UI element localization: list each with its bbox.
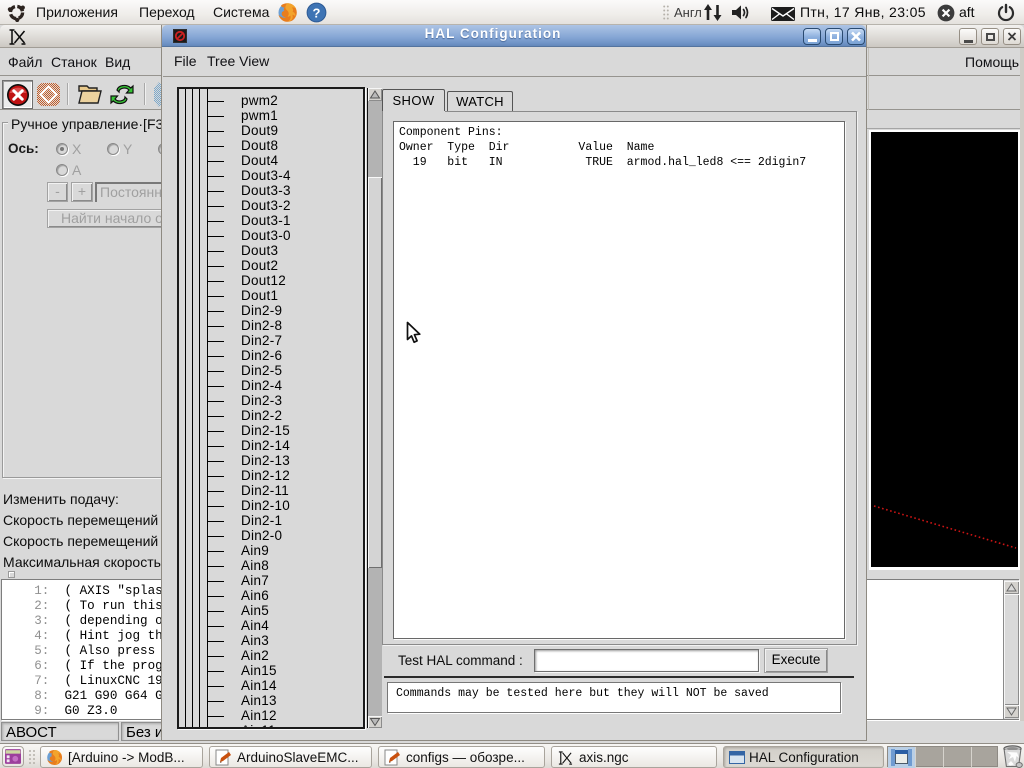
- svg-text:?: ?: [313, 5, 321, 20]
